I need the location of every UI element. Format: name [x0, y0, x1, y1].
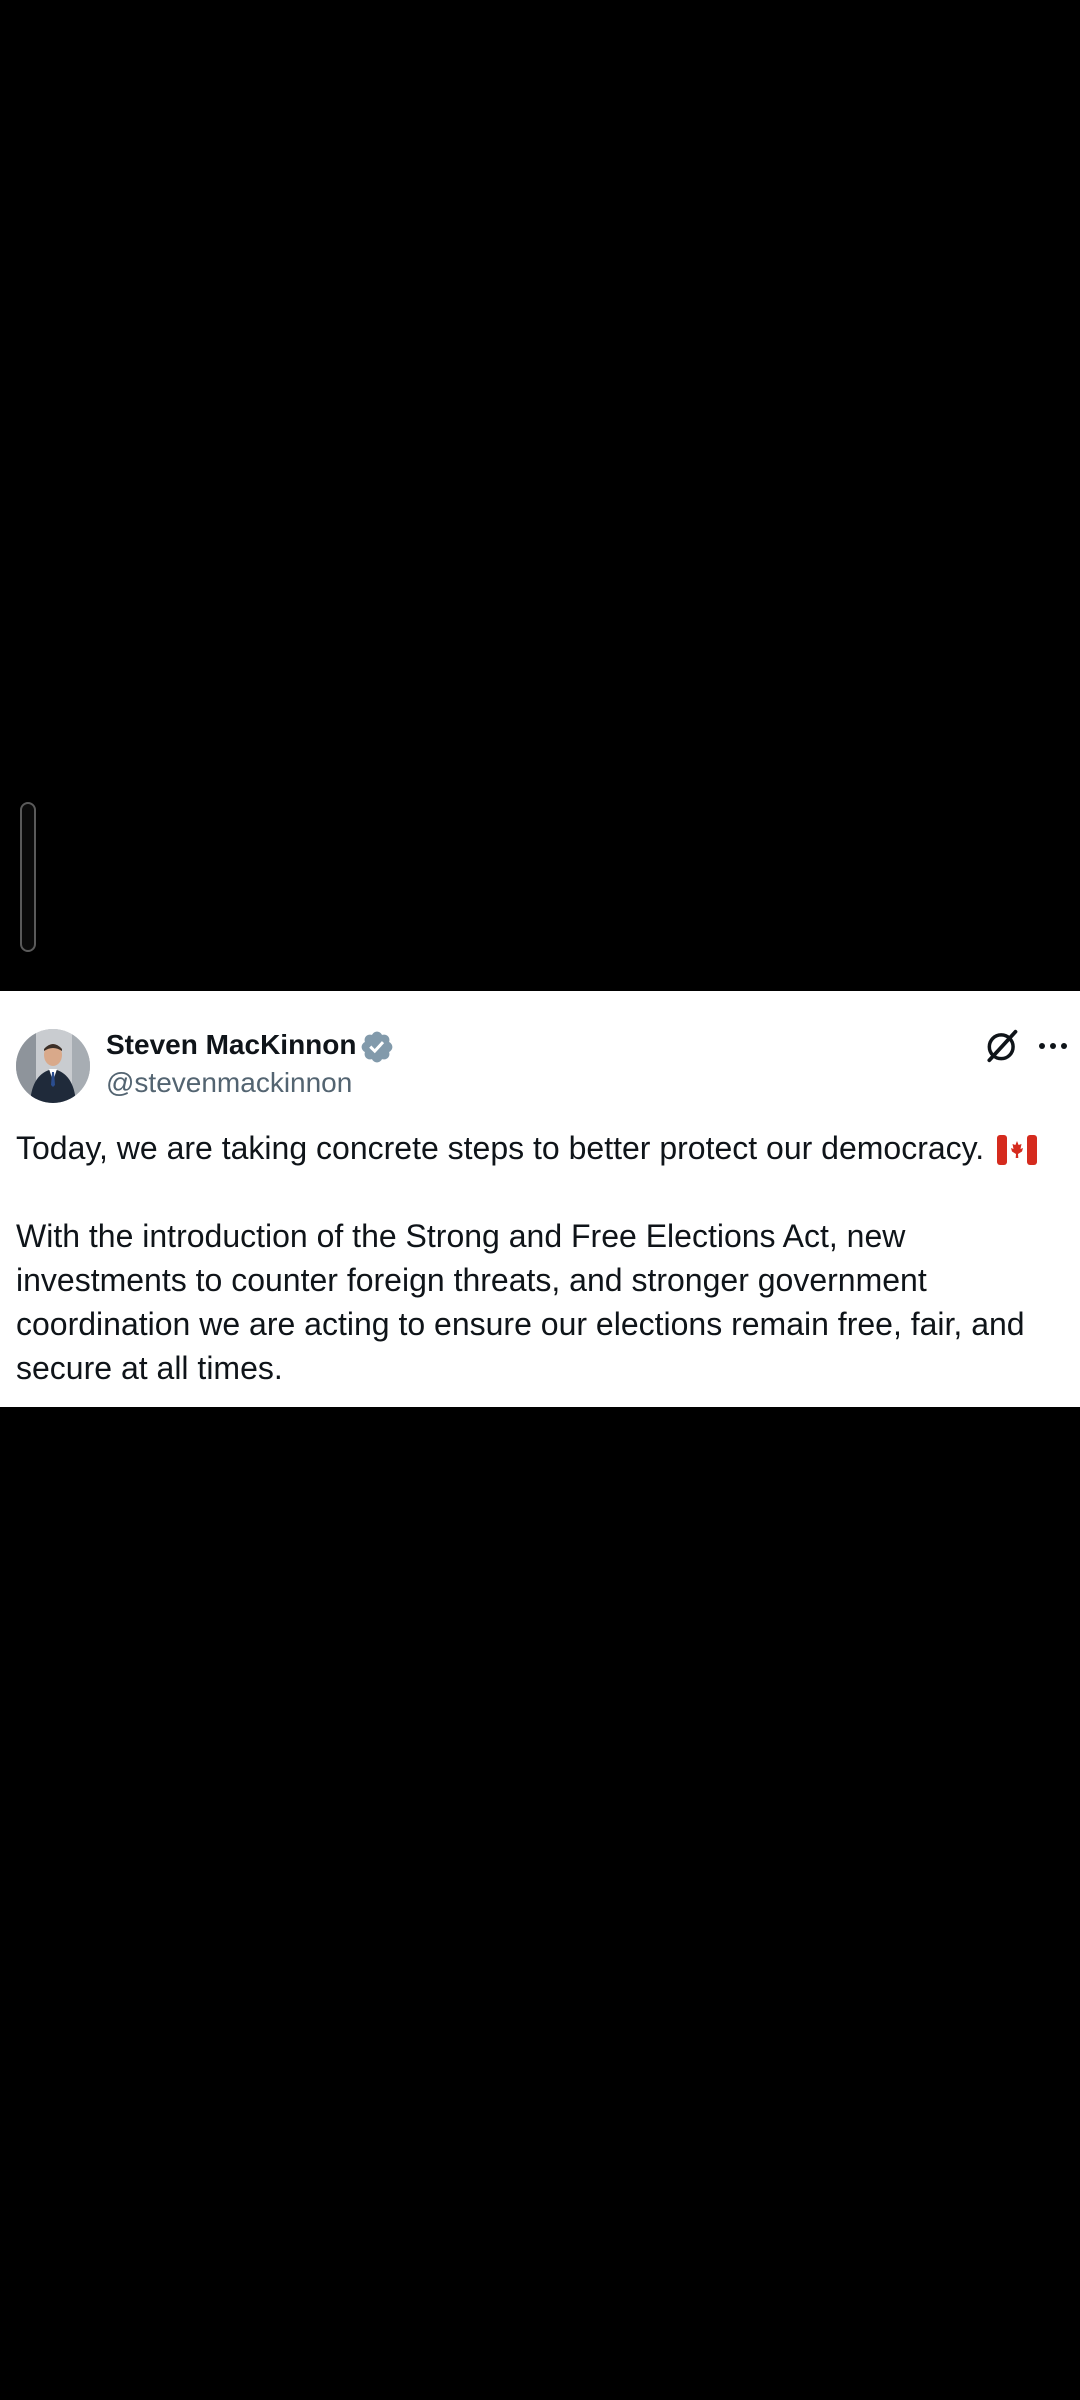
media-viewer-screen: Steven MacKinnon @stevenmackinnon Today,…: [0, 0, 1080, 2400]
tweet-paragraph-1: Today, we are taking concrete steps to b…: [16, 1126, 1066, 1170]
more-options-icon[interactable]: [1033, 1031, 1073, 1061]
tweet-paragraph-1-text: Today, we are taking concrete steps to b…: [16, 1130, 985, 1166]
verified-badge-icon: [361, 1031, 393, 1063]
avatar[interactable]: [16, 1029, 90, 1103]
tweet-card[interactable]: Steven MacKinnon @stevenmackinnon Today,…: [0, 991, 1080, 1407]
canada-flag-icon: [997, 1135, 1038, 1165]
tweet-text: Today, we are taking concrete steps to b…: [16, 1126, 1066, 1390]
tweet-paragraph-2: With the introduction of the Strong and …: [16, 1218, 1025, 1386]
avatar-photo-icon: [16, 1029, 90, 1103]
grok-icon[interactable]: [983, 1027, 1021, 1065]
scroll-handle[interactable]: [20, 802, 36, 952]
author-name[interactable]: Steven MacKinnon: [106, 1029, 356, 1061]
author-handle[interactable]: @stevenmackinnon: [106, 1067, 352, 1099]
